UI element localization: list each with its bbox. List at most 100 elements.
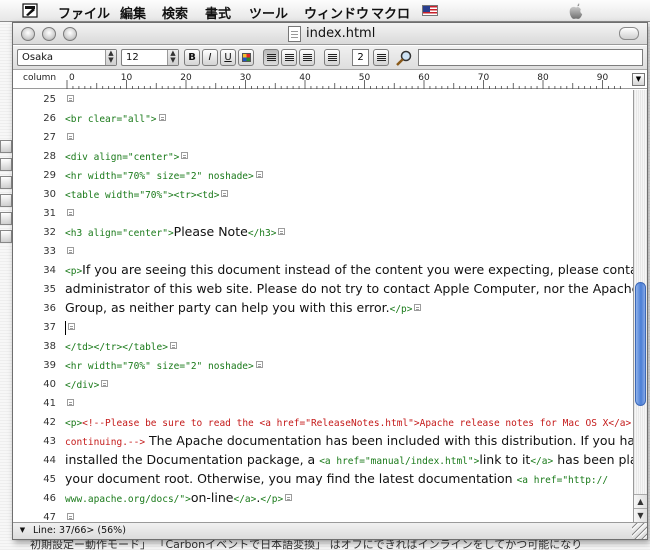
updown-arrow-icon: ▲ ▼: [105, 50, 116, 65]
line-content: [65, 509, 74, 520]
text-editor[interactable]: 25 26 <br clear="all"> 27 28 <div align="cent…: [13, 90, 633, 520]
return-mark-icon: [221, 190, 229, 197]
line-number: 38: [43, 341, 56, 352]
align-right-button[interactable]: [299, 49, 315, 66]
ruler-menu-button[interactable]: ▼: [632, 73, 645, 86]
return-mark-icon: [278, 228, 286, 235]
line-content: your document root. Otherwise, you may f…: [65, 471, 608, 486]
line-content: <p>If you are seeing this document inste…: [65, 262, 633, 277]
body-text: If you are seeing this document instead …: [82, 262, 633, 277]
title-bar[interactable]: index.html: [13, 23, 647, 45]
text-line[interactable]: 30 <table width="70%"><tr><td>: [13, 185, 633, 204]
scroll-down-arrow-icon[interactable]: ▼: [634, 508, 647, 522]
font-select[interactable]: Osaka ▲ ▼: [17, 49, 117, 66]
ruler-tick-label: 40: [299, 73, 311, 83]
close-button[interactable]: [21, 27, 35, 41]
line-number: 47: [43, 512, 56, 520]
return-mark-icon: [67, 513, 74, 520]
document-icon[interactable]: [288, 26, 301, 42]
resize-grip[interactable]: [632, 523, 647, 539]
scroll-thumb[interactable]: [635, 282, 646, 406]
bold-button[interactable]: B: [184, 49, 200, 66]
text-line[interactable]: 28 <div align="center">: [13, 147, 633, 166]
return-mark-icon: [67, 95, 74, 102]
text-line[interactable]: 47: [13, 508, 633, 520]
underline-button[interactable]: U: [220, 49, 236, 66]
ruler-tick-label: 20: [180, 73, 192, 83]
html-comment: continuing.-->: [65, 437, 146, 448]
menu-macro[interactable]: マクロ: [371, 3, 410, 22]
text-line[interactable]: 43 continuing.--> The Apache documentatio…: [13, 432, 633, 451]
return-mark-icon: [414, 304, 422, 311]
body-text: on-line: [190, 490, 234, 505]
text-line[interactable]: 41: [13, 394, 633, 413]
updown-arrow-icon: ▲ ▼: [167, 50, 178, 65]
color-button[interactable]: [238, 49, 254, 66]
align-left-button[interactable]: [263, 49, 279, 66]
line-spacing-field[interactable]: 2: [352, 49, 369, 66]
us-flag-icon[interactable]: [422, 5, 438, 16]
text-line[interactable]: 35 administrator of this web site. Please…: [13, 280, 633, 299]
line-content: <hr width="70%" size="2" noshade>: [65, 357, 263, 372]
scroll-up-arrow-icon[interactable]: ▲: [634, 494, 647, 508]
search-icon[interactable]: [395, 49, 413, 67]
line-content: </div>: [65, 376, 109, 391]
search-input[interactable]: [418, 49, 643, 66]
line-number: 45: [43, 474, 56, 485]
line-number: 30: [43, 189, 56, 200]
line-content: Group, as neither party can help you wit…: [65, 300, 422, 315]
toolbar-toggle-button[interactable]: [619, 27, 639, 40]
line-number: 36: [43, 303, 56, 314]
text-line[interactable]: 36 Group, as neither party can help you w…: [13, 299, 633, 318]
background-window-edge: [0, 194, 12, 207]
text-line[interactable]: 32 <h3 align="center">Please Note</h3>: [13, 223, 633, 242]
line-content: [65, 91, 74, 106]
list-icon: [377, 54, 386, 55]
body-text: has been placed in: [557, 452, 633, 467]
text-line[interactable]: 45 your document root. Otherwise, you may…: [13, 470, 633, 489]
zoom-button[interactable]: [63, 27, 77, 41]
text-line[interactable]: 33: [13, 242, 633, 261]
text-line[interactable]: 39 <hr width="70%" size="2" noshade>: [13, 356, 633, 375]
html-tag: www.apache.org/docs/">: [65, 494, 191, 505]
background-window-edge: [0, 230, 12, 243]
html-tag: <hr width="70%" size="2" noshade>: [65, 361, 254, 372]
menu-window[interactable]: ウィンドウ: [304, 3, 369, 22]
ruler-scale: 0 10 20 30 40 50 60 70 80 90: [66, 73, 621, 89]
size-select[interactable]: 12 ▲ ▼: [121, 49, 179, 66]
spacing-menu-button[interactable]: [373, 49, 389, 66]
text-line[interactable]: 29 <hr width="70%" size="2" noshade>: [13, 166, 633, 185]
justify-button[interactable]: [324, 49, 340, 66]
app-menu-icon[interactable]: [22, 3, 38, 18]
text-line[interactable]: 38 </td></tr></table>: [13, 337, 633, 356]
text-line[interactable]: 37: [13, 318, 633, 337]
menu-edit[interactable]: 編集: [120, 3, 146, 22]
text-line[interactable]: 40 </div>: [13, 375, 633, 394]
text-line[interactable]: 27: [13, 128, 633, 147]
apple-menu-icon[interactable]: [568, 2, 584, 20]
html-tag: <table width="70%"><tr><td>: [65, 190, 220, 201]
html-tag: </p>: [389, 304, 413, 315]
return-mark-icon: [285, 494, 293, 501]
text-line[interactable]: 25: [13, 90, 633, 109]
menu-file[interactable]: ファイル: [58, 3, 110, 22]
line-number: 32: [43, 227, 56, 238]
menu-tools[interactable]: ツール: [249, 3, 288, 22]
menu-format[interactable]: 書式: [205, 3, 231, 22]
line-content: [65, 243, 74, 258]
text-line[interactable]: 42 <p><!--Please be sure to read the <a h…: [13, 413, 633, 432]
minimize-button[interactable]: [42, 27, 56, 41]
text-line[interactable]: 44 installed the Documentation package, a…: [13, 451, 633, 470]
text-line[interactable]: 26 <br clear="all">: [13, 109, 633, 128]
editor-window: index.html Osaka ▲ ▼ 12 ▲ ▼ B I U 2 column…: [12, 22, 648, 540]
align-center-button[interactable]: [281, 49, 297, 66]
vertical-scrollbar[interactable]: ▲ ▼: [633, 90, 647, 522]
line-content: <table width="70%"><tr><td>: [65, 186, 229, 201]
text-line[interactable]: 31: [13, 204, 633, 223]
text-line[interactable]: 34 <p>If you are seeing this document ins…: [13, 261, 633, 280]
menu-search[interactable]: 検索: [162, 3, 188, 22]
line-number: 25: [43, 94, 56, 105]
status-menu-icon[interactable]: ▼: [17, 525, 28, 536]
text-line[interactable]: 46 www.apache.org/docs/">on-line</a>.</p>: [13, 489, 633, 508]
italic-button[interactable]: I: [202, 49, 218, 66]
